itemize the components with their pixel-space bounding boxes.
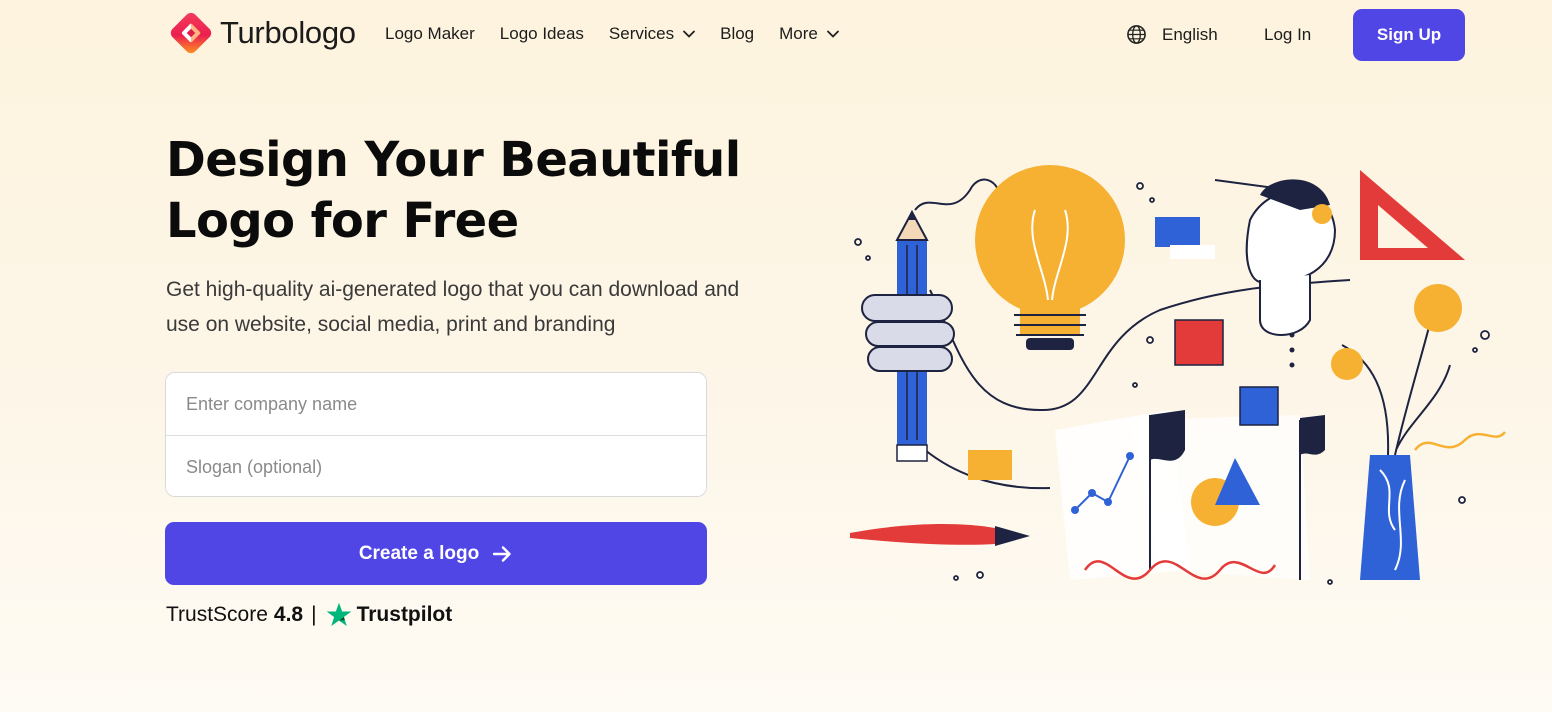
create-logo-label: Create a logo bbox=[358, 542, 480, 564]
yellow-note-shape bbox=[968, 450, 1012, 480]
nav-blog-label: Blog bbox=[720, 24, 755, 43]
nav-logo-maker-label: Logo Maker bbox=[385, 24, 475, 43]
flag-shape bbox=[1300, 415, 1325, 455]
vase-plant-illustration bbox=[1331, 284, 1462, 580]
hero-title-line-2: Logo for Free bbox=[166, 193, 519, 249]
nav-more-label: More bbox=[779, 24, 818, 43]
nav-services-label: Services bbox=[608, 24, 675, 43]
trustpilot-brand[interactable]: Trustpilot bbox=[357, 603, 453, 627]
language-label: English bbox=[1162, 24, 1218, 44]
turbologo-mark-icon bbox=[170, 12, 212, 54]
flag-shape bbox=[1150, 410, 1185, 461]
trust-score: TrustScore 4.8 | Trustpilot bbox=[166, 601, 452, 629]
signup-button[interactable]: Sign Up bbox=[1353, 9, 1465, 61]
trust-score-label: TrustScore bbox=[166, 603, 268, 626]
company-name-input[interactable] bbox=[166, 373, 706, 435]
nav-logo-ideas[interactable]: Logo Ideas bbox=[500, 24, 584, 44]
trust-score-value: 4.8 bbox=[273, 603, 304, 626]
trustpilot-star-icon bbox=[326, 602, 351, 626]
nav-logo-maker[interactable]: Logo Maker bbox=[385, 24, 475, 44]
fountain-pen-illustration bbox=[850, 523, 1030, 546]
chevron-down-icon bbox=[826, 30, 839, 38]
chevron-down-icon bbox=[683, 30, 696, 38]
language-selector[interactable]: English bbox=[1126, 24, 1218, 45]
nav-services[interactable]: Services bbox=[608, 24, 696, 44]
hero-illustration bbox=[850, 165, 1506, 585]
yellow-squiggle-shape bbox=[1414, 431, 1506, 451]
globe-icon bbox=[1127, 25, 1146, 44]
hero-subtitle-line-1: Get high-quality ai-generated logo that … bbox=[166, 278, 740, 301]
main-nav: Logo Maker Logo Ideas Services Blog More bbox=[385, 24, 864, 44]
hero-subtitle-line-2: use on website, social media, print and … bbox=[166, 313, 616, 336]
brand-logo[interactable]: Turbologo bbox=[166, 8, 356, 58]
trust-separator: | bbox=[311, 603, 317, 626]
brand-name: Turbologo bbox=[220, 15, 356, 50]
hero-subtitle: Get high-quality ai-generated logo that … bbox=[166, 272, 806, 342]
nav-logo-ideas-label: Logo Ideas bbox=[499, 24, 584, 43]
site-header: Turbologo Logo Maker Logo Ideas Services… bbox=[0, 0, 1552, 72]
blue-cube-shape bbox=[1239, 386, 1279, 426]
nav-more[interactable]: More bbox=[779, 24, 839, 44]
white-note-shape bbox=[1170, 245, 1215, 259]
arrow-right-icon bbox=[492, 545, 511, 562]
triangle-ruler-illustration bbox=[1360, 170, 1465, 260]
light-bulb-illustration bbox=[975, 165, 1125, 350]
logo-form bbox=[165, 372, 707, 497]
pencil-hand-illustration bbox=[861, 209, 955, 462]
red-cube-shape bbox=[1174, 319, 1224, 366]
nav-blog[interactable]: Blog bbox=[720, 24, 754, 44]
slogan-input[interactable] bbox=[166, 436, 706, 496]
hero-title: Design Your Beautiful Logo for Free bbox=[166, 130, 806, 252]
create-logo-button[interactable]: Create a logo bbox=[165, 522, 707, 585]
person-illustration bbox=[1214, 179, 1337, 368]
blue-note-shape bbox=[1155, 217, 1200, 247]
hero-title-line-1: Design Your Beautiful bbox=[166, 132, 741, 188]
login-link[interactable]: Log In bbox=[1264, 25, 1311, 45]
